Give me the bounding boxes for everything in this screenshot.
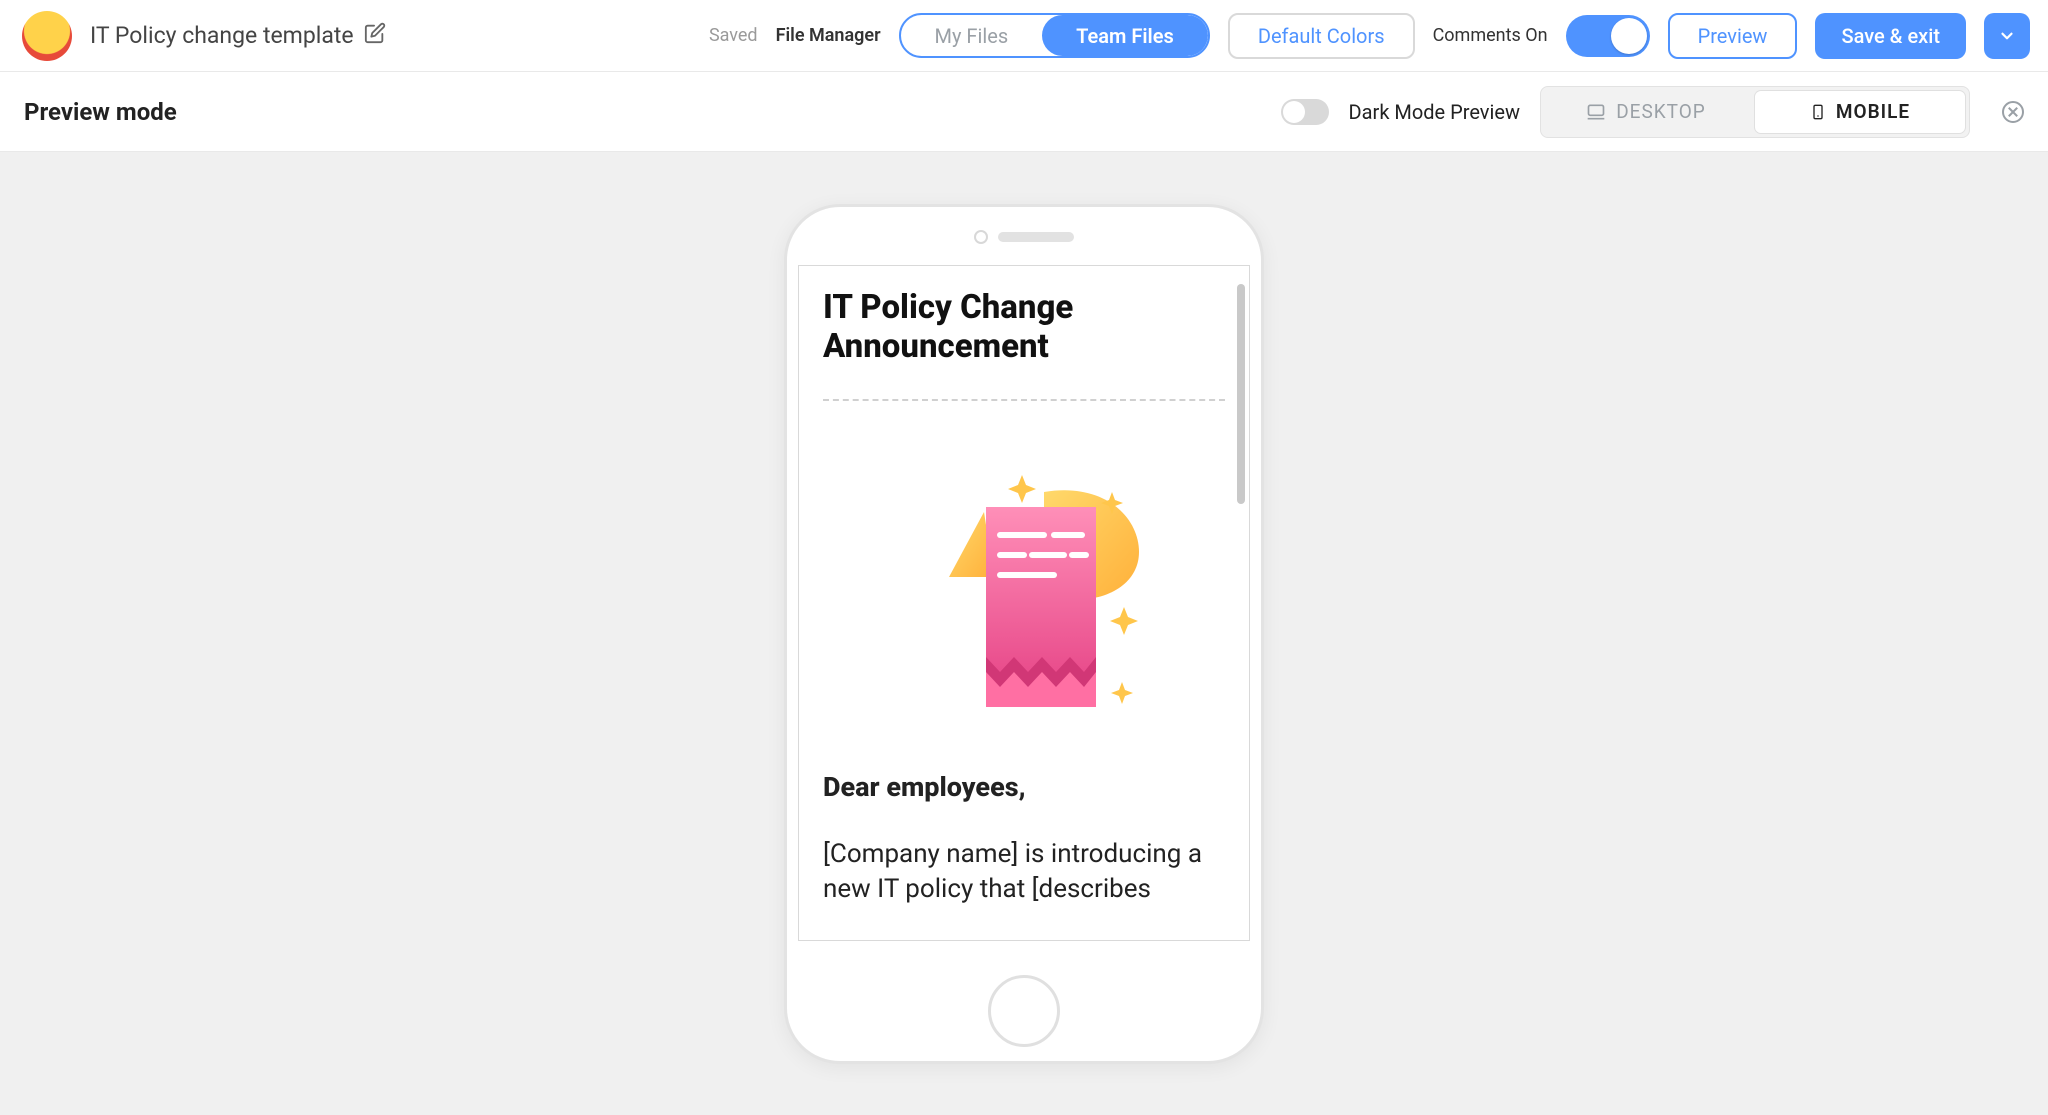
- email-preview-screen[interactable]: IT Policy Change Announcement: [798, 265, 1250, 941]
- default-colors-button[interactable]: Default Colors: [1228, 13, 1415, 59]
- announcement-illustration: [823, 457, 1225, 707]
- edit-title-icon[interactable]: [364, 22, 386, 50]
- phone-speaker-icon: [998, 232, 1074, 242]
- preview-canvas: IT Policy Change Announcement: [0, 152, 2048, 1115]
- dark-mode-toggle[interactable]: [1281, 99, 1329, 125]
- preview-button[interactable]: Preview: [1668, 13, 1798, 59]
- device-segmented-control: DESKTOP MOBILE: [1540, 86, 1970, 138]
- comments-toggle[interactable]: [1566, 15, 1650, 57]
- preview-scrollbar[interactable]: [1237, 284, 1245, 504]
- dark-mode-label: Dark Mode Preview: [1349, 100, 1520, 124]
- my-files-tab[interactable]: My Files: [901, 15, 1043, 56]
- close-preview-button[interactable]: [2002, 101, 2024, 123]
- app-logo[interactable]: [22, 11, 72, 61]
- save-options-button[interactable]: [1984, 13, 2030, 59]
- save-exit-button[interactable]: Save & exit: [1815, 13, 1966, 59]
- email-title: IT Policy Change Announcement: [823, 288, 1225, 367]
- desktop-tab[interactable]: DESKTOP: [1541, 87, 1751, 137]
- phone-camera-icon: [974, 230, 988, 244]
- team-files-tab[interactable]: Team Files: [1042, 15, 1208, 56]
- mobile-tab[interactable]: MOBILE: [1755, 91, 1965, 133]
- preview-mode-heading: Preview mode: [24, 98, 177, 126]
- comments-on-label: Comments On: [1433, 25, 1548, 46]
- divider: [823, 399, 1225, 401]
- phone-frame: IT Policy Change Announcement: [784, 204, 1264, 1064]
- saved-status: Saved: [709, 25, 758, 46]
- email-body: [Company name] is introducing a new IT p…: [823, 837, 1225, 907]
- laptop-icon: [1586, 102, 1606, 122]
- chevron-down-icon: [1998, 27, 2016, 45]
- document-title: IT Policy change template: [90, 22, 354, 49]
- files-segmented-control: My Files Team Files: [899, 13, 1210, 58]
- email-greeting: Dear employees,: [823, 771, 1225, 803]
- file-manager-link[interactable]: File Manager: [776, 25, 881, 46]
- phone-home-button: [988, 975, 1060, 1047]
- mobile-icon: [1810, 101, 1826, 123]
